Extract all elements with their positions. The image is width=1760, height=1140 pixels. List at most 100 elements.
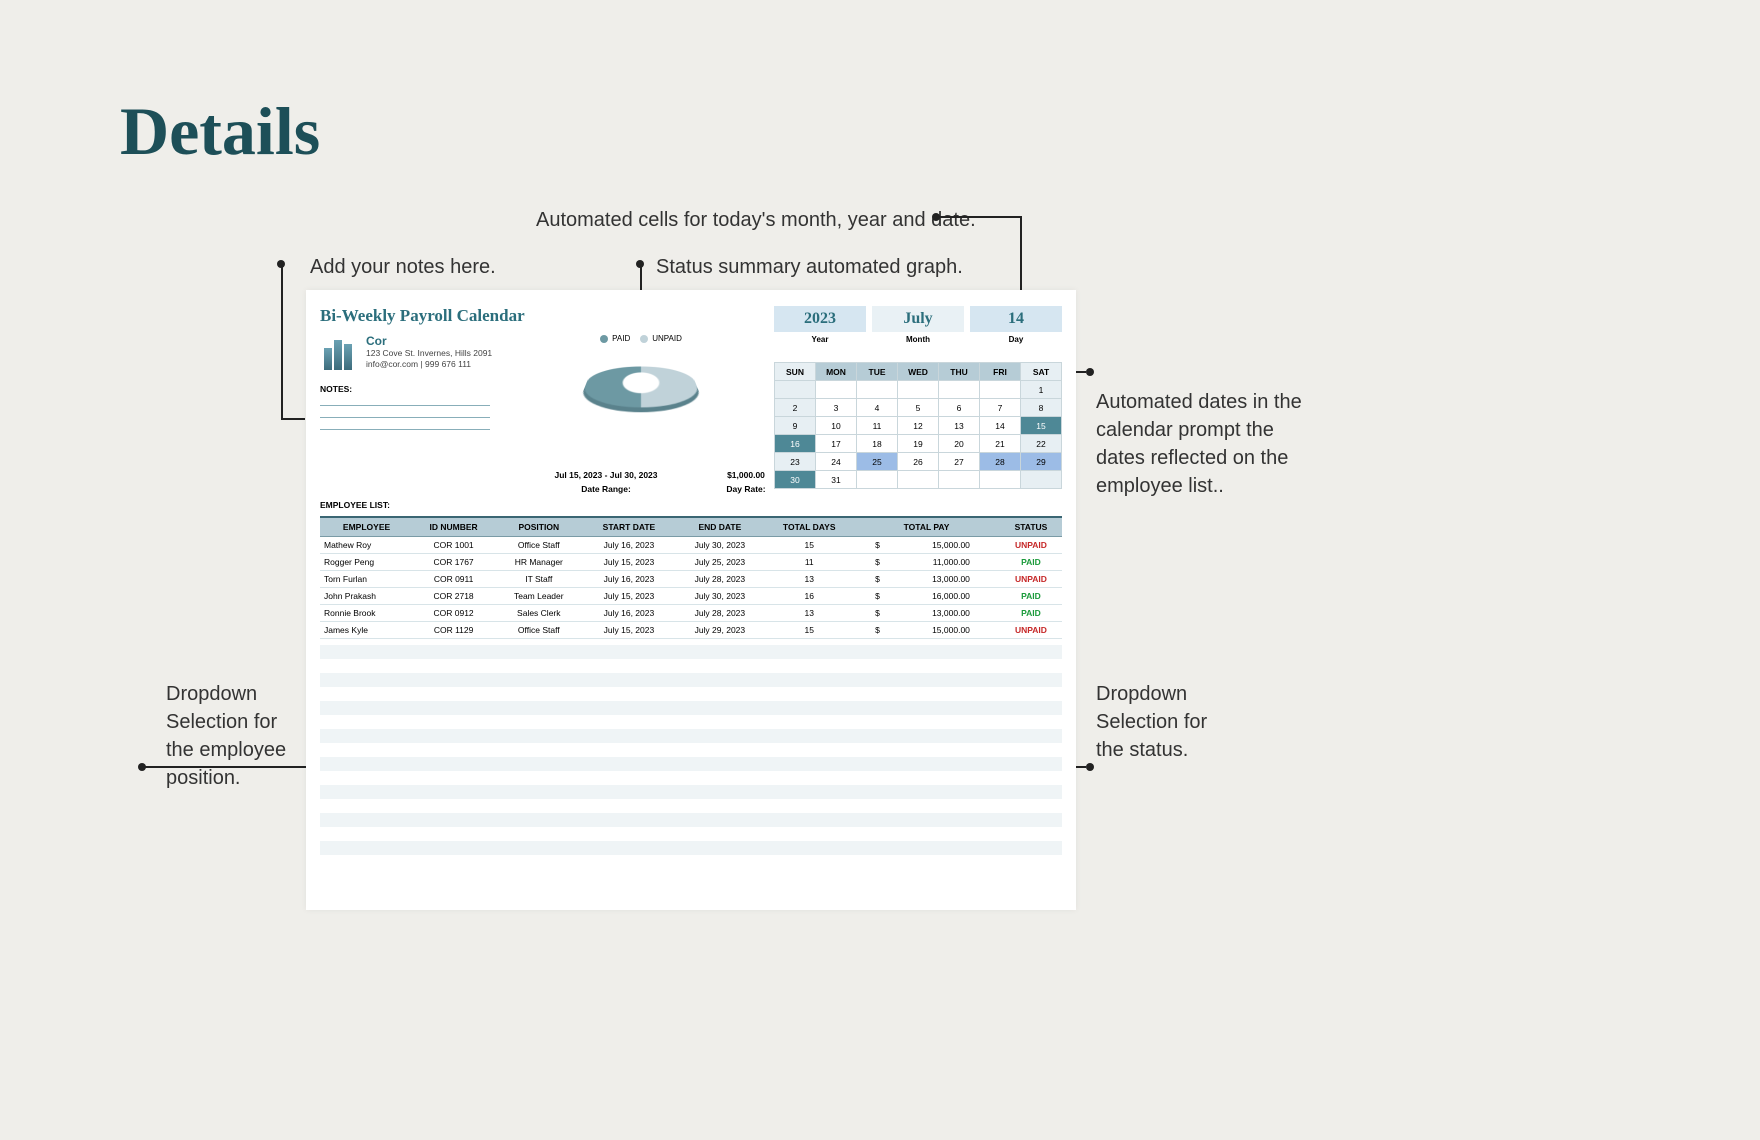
- calendar-cell[interactable]: [939, 381, 980, 399]
- calendar-cell[interactable]: 4: [857, 399, 898, 417]
- calendar-cell[interactable]: [939, 471, 980, 489]
- calendar-cell[interactable]: 16: [775, 435, 816, 453]
- cell-pay: $15,000.00: [853, 537, 1000, 554]
- table-row: Mathew RoyCOR 1001Office StaffJuly 16, 2…: [320, 537, 1062, 554]
- calendar-cell[interactable]: 27: [939, 453, 980, 471]
- calendar-cell[interactable]: [898, 381, 939, 399]
- calendar-cell[interactable]: 31: [816, 471, 857, 489]
- calendar-cell[interactable]: 25: [857, 453, 898, 471]
- month-box[interactable]: July Month: [872, 306, 964, 350]
- notes-input-line[interactable]: [320, 406, 490, 418]
- cell-id: COR 1001: [413, 537, 494, 554]
- calendar-cell[interactable]: 13: [939, 417, 980, 435]
- calendar-cell[interactable]: [775, 381, 816, 399]
- month-value: July: [872, 306, 964, 332]
- calendar-cell[interactable]: [980, 381, 1021, 399]
- cell-position-dropdown[interactable]: Office Staff: [494, 537, 583, 554]
- cell-position-dropdown[interactable]: IT Staff: [494, 571, 583, 588]
- date-range-label: Date Range:: [536, 484, 676, 494]
- calendar-cell[interactable]: [1021, 471, 1062, 489]
- calendar-dow: TUE: [857, 363, 898, 381]
- date-range-value: Jul 15, 2023 - Jul 30, 2023: [536, 470, 676, 480]
- calendar-cell[interactable]: [857, 471, 898, 489]
- calendar-cell[interactable]: 20: [939, 435, 980, 453]
- cell-days: 11: [765, 554, 853, 571]
- cell-id: COR 0912: [413, 605, 494, 622]
- notes-input-line[interactable]: [320, 394, 490, 406]
- cell-start: July 15, 2023: [584, 622, 675, 639]
- cell-status-dropdown[interactable]: UNPAID: [1000, 571, 1062, 588]
- table-header: START DATE: [584, 517, 675, 537]
- year-value: 2023: [774, 306, 866, 332]
- notes-input-line[interactable]: [320, 418, 490, 430]
- month-label: Month: [872, 332, 964, 350]
- cell-start: July 16, 2023: [584, 605, 675, 622]
- calendar-cell[interactable]: 7: [980, 399, 1021, 417]
- cell-status-dropdown[interactable]: UNPAID: [1000, 537, 1062, 554]
- calendar-cell[interactable]: 23: [775, 453, 816, 471]
- calendar-cell[interactable]: 6: [939, 399, 980, 417]
- calendar-cell[interactable]: [816, 381, 857, 399]
- cell-days: 15: [765, 537, 853, 554]
- calendar-cell[interactable]: 22: [1021, 435, 1062, 453]
- cell-position-dropdown[interactable]: HR Manager: [494, 554, 583, 571]
- cell-pay: $11,000.00: [853, 554, 1000, 571]
- cell-status-dropdown[interactable]: PAID: [1000, 554, 1062, 571]
- table-header: END DATE: [674, 517, 765, 537]
- calendar-cell[interactable]: 19: [898, 435, 939, 453]
- calendar-cell[interactable]: 12: [898, 417, 939, 435]
- cell-days: 16: [765, 588, 853, 605]
- calendar-cell[interactable]: 30: [775, 471, 816, 489]
- calendar-cell[interactable]: 11: [857, 417, 898, 435]
- calendar-cell[interactable]: 15: [1021, 417, 1062, 435]
- calendar-cell[interactable]: 17: [816, 435, 857, 453]
- callout-today: Automated cells for today's month, year …: [536, 206, 976, 234]
- calendar-cell[interactable]: [980, 471, 1021, 489]
- donut-icon: [577, 366, 705, 407]
- calendar-cell[interactable]: 10: [816, 417, 857, 435]
- calendar-cell[interactable]: [898, 471, 939, 489]
- cell-id: COR 0911: [413, 571, 494, 588]
- calendar-cell[interactable]: 3: [816, 399, 857, 417]
- day-value: 14: [970, 306, 1062, 332]
- calendar-cell[interactable]: 1: [1021, 381, 1062, 399]
- company-address: 123 Cove St. Invernes, Hills 2091: [366, 348, 492, 359]
- cell-employee: Mathew Roy: [320, 537, 413, 554]
- calendar-cell[interactable]: 24: [816, 453, 857, 471]
- cell-position-dropdown[interactable]: Sales Clerk: [494, 605, 583, 622]
- calendar-cell[interactable]: [857, 381, 898, 399]
- calendar-cell[interactable]: 29: [1021, 453, 1062, 471]
- year-label: Year: [774, 332, 866, 350]
- callout-caldates: Automated dates in the calendar prompt t…: [1096, 388, 1326, 500]
- company-contact: info@cor.com | 999 676 111: [366, 359, 492, 370]
- cell-id: COR 1767: [413, 554, 494, 571]
- calendar-dow: WED: [898, 363, 939, 381]
- calendar-cell[interactable]: 26: [898, 453, 939, 471]
- table-header: TOTAL DAYS: [765, 517, 853, 537]
- cell-position-dropdown[interactable]: Team Leader: [494, 588, 583, 605]
- cell-pay: $13,000.00: [853, 571, 1000, 588]
- table-header: TOTAL PAY: [853, 517, 1000, 537]
- year-box[interactable]: 2023 Year: [774, 306, 866, 350]
- table-row: John PrakashCOR 2718Team LeaderJuly 15, …: [320, 588, 1062, 605]
- calendar-cell[interactable]: 21: [980, 435, 1021, 453]
- calendar-cell[interactable]: 14: [980, 417, 1021, 435]
- cell-days: 13: [765, 605, 853, 622]
- calendar-cell[interactable]: 9: [775, 417, 816, 435]
- calendar-dow: THU: [939, 363, 980, 381]
- calendar-cell[interactable]: 2: [775, 399, 816, 417]
- chart-legend: PAID UNPAID: [586, 334, 696, 343]
- day-box[interactable]: 14 Day: [970, 306, 1062, 350]
- cell-days: 13: [765, 571, 853, 588]
- calendar-cell[interactable]: 8: [1021, 399, 1062, 417]
- calendar-dow: SAT: [1021, 363, 1062, 381]
- spreadsheet-preview: Bi-Weekly Payroll Calendar Cor 123 Cove …: [306, 290, 1076, 910]
- calendar-cell[interactable]: 28: [980, 453, 1021, 471]
- calendar-cell[interactable]: 18: [857, 435, 898, 453]
- calendar-cell[interactable]: 5: [898, 399, 939, 417]
- cell-status-dropdown[interactable]: PAID: [1000, 588, 1062, 605]
- calendar-grid[interactable]: SUNMONTUEWEDTHUFRISAT 123456789101112131…: [774, 362, 1062, 489]
- cell-status-dropdown[interactable]: PAID: [1000, 605, 1062, 622]
- cell-status-dropdown[interactable]: UNPAID: [1000, 622, 1062, 639]
- cell-position-dropdown[interactable]: Office Staff: [494, 622, 583, 639]
